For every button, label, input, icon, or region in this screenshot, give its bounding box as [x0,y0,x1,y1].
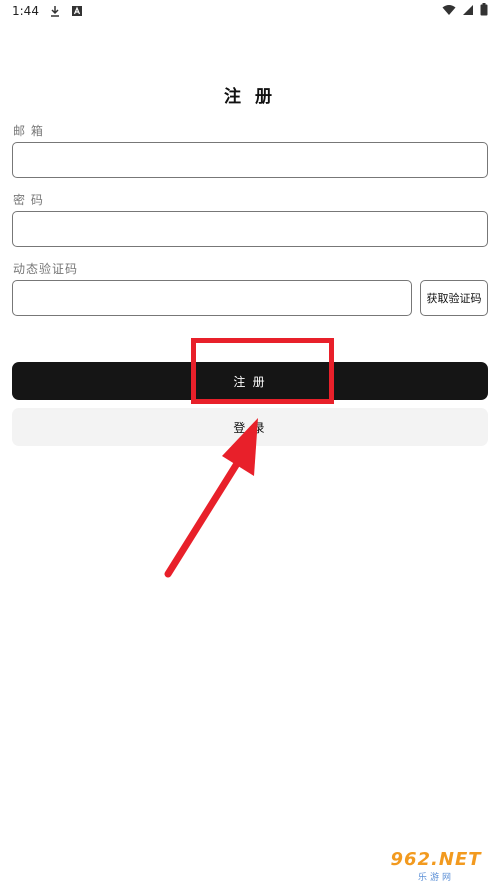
login-button[interactable]: 登 录 [12,408,488,446]
download-icon [49,5,61,17]
a-box-icon [71,5,83,17]
status-left: 1:44 [12,4,83,18]
password-input[interactable] [12,211,488,247]
verification-code-input[interactable] [12,280,412,316]
login-button-label: 登 录 [233,420,267,435]
watermark-subtitle: 乐游网 [417,873,454,883]
battery-icon [480,3,488,19]
highlight-box [191,338,334,404]
status-time: 1:44 [12,4,39,18]
get-code-button[interactable]: 获取验证码 [420,280,488,316]
email-input[interactable] [12,142,488,178]
signal-icon [462,4,474,19]
watermark-logo: 962.NET 乐游网 [380,848,492,884]
password-label: 密 码 [13,193,44,207]
code-label: 动态验证码 [13,262,79,276]
email-label: 邮 箱 [13,124,44,138]
status-bar: 1:44 [0,0,500,22]
register-page: 1:44 注 册 邮 箱 密 码 动态验证码 获取验证码 注 册 登 录 962… [0,0,500,890]
page-title: 注 册 [224,87,276,107]
status-right [442,3,488,19]
watermark-title: 962.NET [390,849,482,870]
wifi-icon [442,4,456,19]
